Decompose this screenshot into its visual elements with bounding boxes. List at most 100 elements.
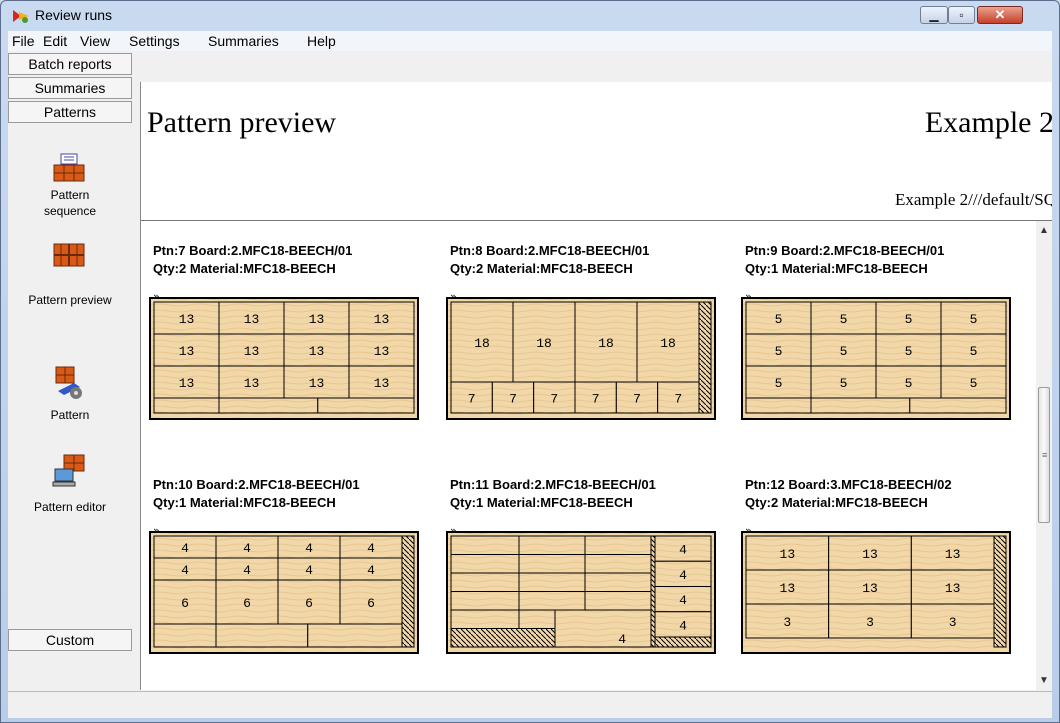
preview-header: Pattern preview Example 2 Example 2///de… [141, 82, 1052, 221]
nav-summaries[interactable]: Summaries [8, 77, 132, 99]
close-button[interactable]: ✕ [977, 6, 1023, 24]
board-diagram[interactable]: » 13 13 13 13 13 13 3 3 3 [741, 524, 1011, 655]
menu-help[interactable]: Help [307, 33, 336, 49]
client-area: Batch reports Summaries Patterns Pattern… [8, 51, 1052, 691]
piece-label: 13 [374, 344, 390, 359]
piece-label: 6 [243, 596, 251, 611]
app-star-icon [13, 10, 29, 23]
piece-label: 5 [840, 344, 848, 359]
saw-start-icon: » [450, 524, 457, 537]
close-icon: ✕ [994, 7, 1006, 22]
piece-label: 13 [780, 581, 796, 596]
menu-view[interactable]: View [80, 33, 110, 49]
tool-pattern-preview-label: Pattern preview [28, 293, 112, 307]
status-bar [8, 691, 1052, 718]
piece-label: 13 [179, 312, 195, 327]
scroll-down-icon[interactable]: ▼ [1036, 675, 1052, 686]
offcut [450, 554, 520, 574]
piece-label: 6 [367, 596, 375, 611]
offcut [518, 591, 586, 611]
piece-label: 13 [179, 376, 195, 391]
offcut [450, 572, 520, 592]
scroll-up-icon[interactable]: ▲ [1036, 225, 1052, 236]
maximize-button[interactable]: ▫ [948, 6, 975, 24]
board-diagram[interactable]: » 4 4 4 4 4 4 4 4 6 6 6 6 [149, 524, 419, 655]
scroll-thumb[interactable]: ≡ [1038, 387, 1050, 523]
maximize-icon: ▫ [959, 8, 964, 22]
offcut [307, 623, 403, 648]
waste-hatch [993, 535, 1007, 648]
menu-settings[interactable]: Settings [129, 33, 180, 49]
offcut [450, 609, 520, 629]
piece-label: 7 [592, 392, 600, 407]
pattern-header: Ptn:12 Board:3.MFC18-BEECH/02 [745, 477, 952, 492]
piece-label: 4 [243, 563, 251, 578]
piece-label: 3 [949, 615, 957, 630]
piece-label: 5 [905, 344, 913, 359]
piece-label: 7 [633, 392, 641, 407]
offcut [518, 572, 586, 592]
piece-label: 4 [243, 541, 251, 556]
pattern-editor-icon [52, 454, 85, 487]
piece-label: 13 [862, 547, 878, 562]
piece-label: 18 [598, 336, 614, 351]
piece-label: 13 [244, 344, 260, 359]
piece-label: 4 [181, 563, 189, 578]
nav-patterns[interactable]: Patterns [8, 101, 132, 123]
title-bar[interactable]: Review runs ▁ ▫ ✕ [1, 1, 1059, 31]
pattern-icon [55, 366, 82, 399]
pattern-header: Ptn:11 Board:2.MFC18-BEECH/01 [450, 477, 656, 492]
offcut [215, 623, 309, 648]
pattern-header: Ptn:10 Board:2.MFC18-BEECH/01 [153, 477, 360, 492]
menu-bar: File Edit View Settings Summaries Help [8, 31, 1052, 51]
board-diagram[interactable]: » 13 13 13 13 13 13 13 13 13 13 13 13 [149, 290, 419, 421]
offcut [450, 591, 520, 611]
minimize-icon: ▁ [929, 8, 939, 22]
offcut [450, 535, 520, 555]
piece-label: 5 [970, 312, 978, 327]
piece-label: 4 [305, 563, 313, 578]
piece-label: 13 [309, 376, 325, 391]
pattern-header: Ptn:7 Board:2.MFC18-BEECH/01 [153, 243, 353, 258]
piece-label: 13 [179, 344, 195, 359]
piece-label: 13 [309, 312, 325, 327]
piece-label: 18 [660, 336, 676, 351]
nav-batch-reports[interactable]: Batch reports [8, 53, 132, 75]
menu-edit[interactable]: Edit [43, 33, 67, 49]
minimize-button[interactable]: ▁ [920, 6, 948, 24]
menu-summaries[interactable]: Summaries [208, 33, 279, 49]
piece-label: 6 [305, 596, 313, 611]
offcut [584, 572, 652, 592]
waste-hatch [450, 628, 556, 648]
board-diagram[interactable]: » 4 4 4 4 4 [446, 524, 716, 655]
piece-label: 5 [970, 376, 978, 391]
piece-label: 4 [679, 568, 687, 583]
piece-label: 4 [305, 541, 313, 556]
offcut [909, 397, 1007, 414]
piece-label: 13 [945, 581, 961, 596]
piece-label: 13 [244, 376, 260, 391]
offcut [317, 397, 415, 414]
piece-label: 18 [474, 336, 490, 351]
menu-file[interactable]: File [12, 33, 35, 49]
pattern-sequence-icon [53, 153, 85, 182]
piece-label: 5 [840, 376, 848, 391]
offcut [584, 535, 652, 555]
offcut [584, 591, 652, 611]
piece-label: 13 [309, 344, 325, 359]
offcut [153, 623, 217, 648]
vertical-scrollbar[interactable]: ▲ ≡ ▼ [1036, 221, 1052, 690]
piece-label: 4 [367, 541, 375, 556]
pattern-quantity: Qty:2 Material:MFC18-BEECH [450, 261, 633, 276]
board-diagram[interactable]: » 5 5 5 5 5 5 5 5 5 5 5 5 [741, 290, 1011, 421]
tool-pattern-sequence-label-2: sequence [43, 204, 97, 218]
piece-label: 5 [840, 312, 848, 327]
nav-custom[interactable]: Custom [8, 629, 132, 651]
piece-label: 13 [374, 312, 390, 327]
board-diagram[interactable]: » 18 18 18 18 7 7 7 7 7 7 [446, 290, 716, 421]
piece-label: 3 [866, 615, 874, 630]
tool-pattern-sequence-label-1: Pattern [50, 188, 90, 202]
example-path: Example 2///default/SQ [895, 190, 1052, 209]
piece-label: 13 [374, 376, 390, 391]
pattern-quantity: Qty:1 Material:MFC18-BEECH [745, 261, 928, 276]
